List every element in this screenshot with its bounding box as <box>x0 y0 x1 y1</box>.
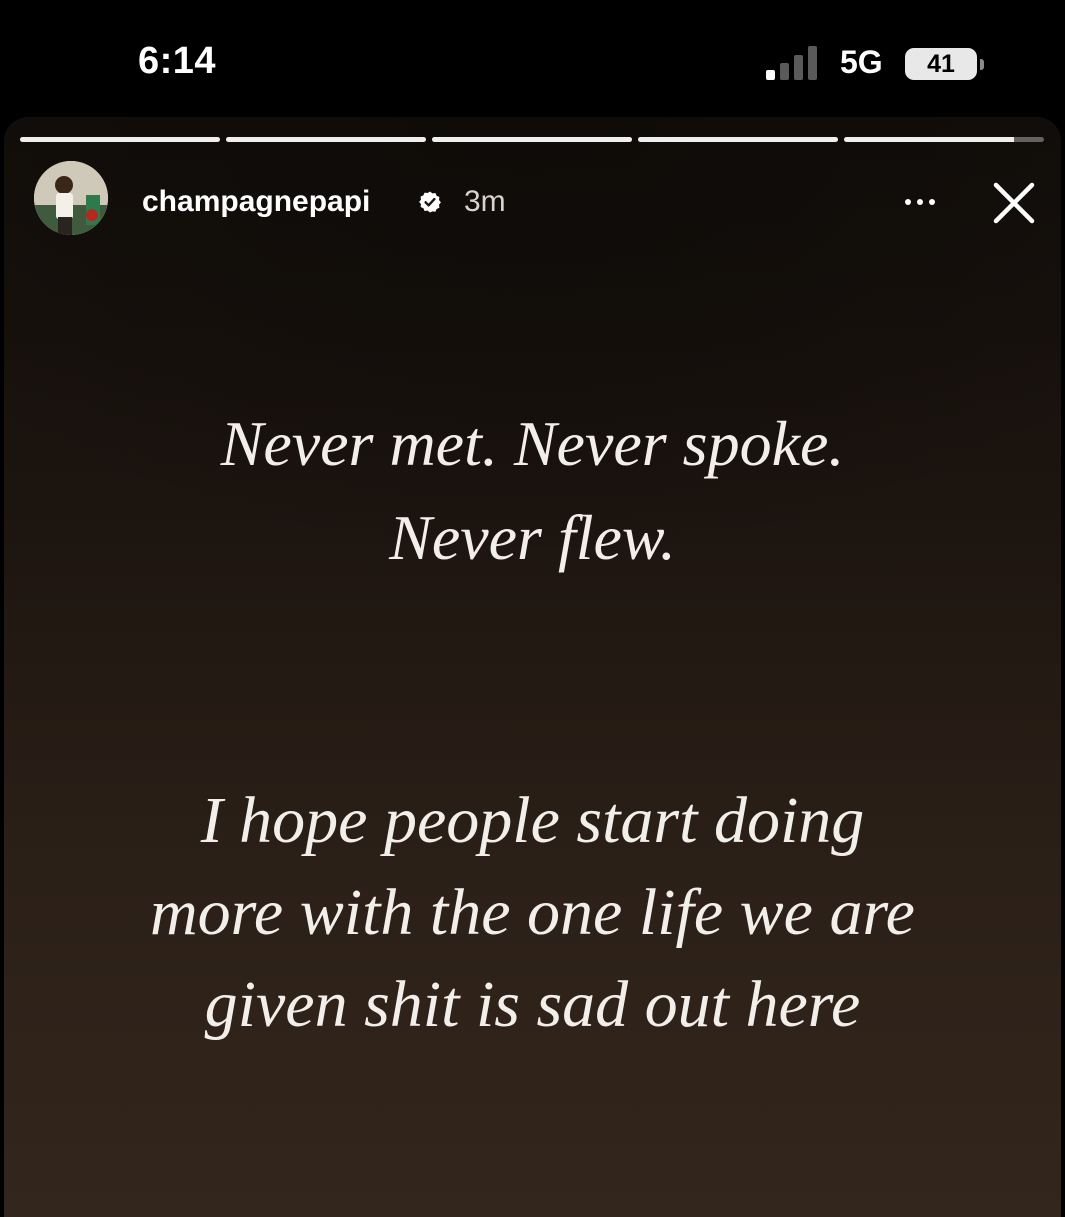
story-progress-bars <box>20 137 1044 142</box>
story-text-block-2: I hope people start doing more with the … <box>4 775 1061 1051</box>
story-viewer[interactable]: champagnepapi 3m Never met. Never spoke.… <box>4 117 1061 1217</box>
story-text-line: Never flew. <box>389 502 676 573</box>
avatar[interactable] <box>34 161 108 235</box>
progress-segment <box>20 137 220 142</box>
status-bar: 6:14 5G 41 <box>0 0 1065 118</box>
progress-segment-active <box>844 137 1044 142</box>
signal-strength-icon <box>766 46 817 80</box>
progress-segment <box>226 137 426 142</box>
story-timestamp: 3m <box>464 185 506 218</box>
battery-tip <box>980 59 984 70</box>
story-text-block-1: Never met. Never spoke. Never flew. <box>4 397 1061 585</box>
story-text-line: Never met. Never spoke. <box>220 408 845 479</box>
avatar-image <box>34 161 108 235</box>
verified-badge-icon <box>419 191 441 213</box>
story-text-line: more with the one life we are <box>150 876 915 949</box>
more-options-icon[interactable] <box>892 185 948 219</box>
status-time: 6:14 <box>138 40 217 82</box>
story-text-line: I hope people start doing <box>200 784 865 857</box>
story-username[interactable]: champagnepapi <box>142 185 370 219</box>
story-text-line: given shit is sad out here <box>204 968 861 1041</box>
battery-icon: 41 <box>905 48 977 80</box>
battery-level: 41 <box>927 49 955 78</box>
network-type: 5G <box>840 44 883 80</box>
close-icon[interactable] <box>986 175 1042 231</box>
story-header: champagnepapi 3m <box>4 157 1061 247</box>
progress-segment <box>432 137 632 142</box>
progress-segment <box>638 137 838 142</box>
